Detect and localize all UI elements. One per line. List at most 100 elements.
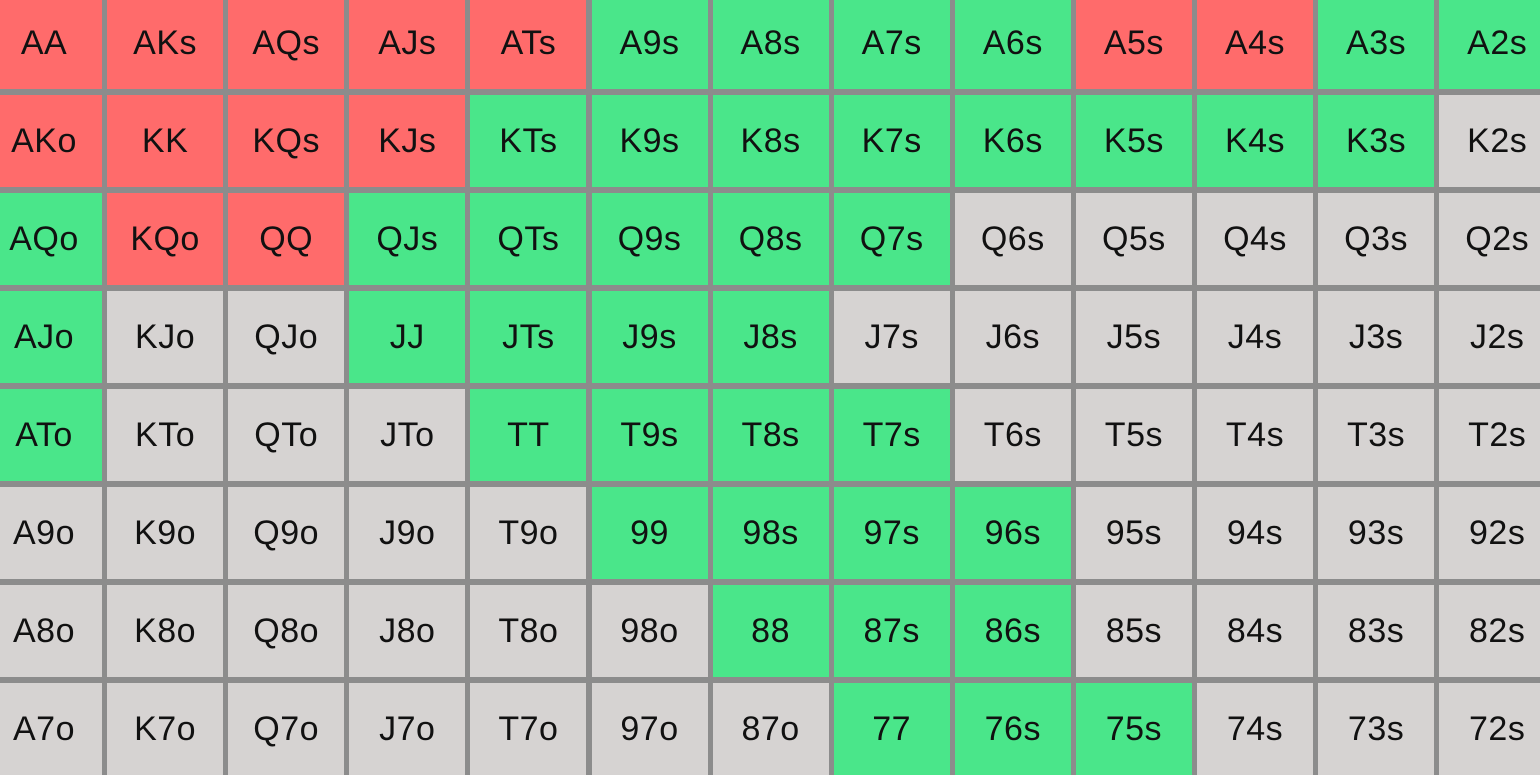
- hand-cell[interactable]: T6s: [954, 389, 1071, 481]
- hand-cell[interactable]: A9o: [0, 487, 102, 579]
- hand-cell[interactable]: AKo: [0, 95, 102, 187]
- hand-cell[interactable]: AQs: [228, 0, 345, 89]
- hand-cell[interactable]: K7o: [107, 683, 224, 775]
- hand-cell[interactable]: K4s: [1197, 95, 1313, 187]
- hand-cell[interactable]: QTo: [228, 389, 345, 481]
- hand-cell[interactable]: ATs: [470, 0, 587, 89]
- hand-cell[interactable]: 83s: [1318, 585, 1435, 677]
- hand-cell[interactable]: T8o: [470, 585, 587, 677]
- hand-cell[interactable]: K6s: [954, 95, 1071, 187]
- hand-cell[interactable]: 87s: [833, 585, 950, 677]
- hand-cell[interactable]: 99: [591, 487, 708, 579]
- hand-cell[interactable]: 92s: [1439, 487, 1540, 579]
- hand-cell[interactable]: 98o: [591, 585, 708, 677]
- hand-cell[interactable]: J9o: [349, 487, 466, 579]
- hand-cell[interactable]: ATo: [0, 389, 102, 481]
- hand-cell[interactable]: KQo: [107, 193, 224, 285]
- hand-cell[interactable]: J5s: [1075, 291, 1192, 383]
- hand-cell[interactable]: K5s: [1075, 95, 1192, 187]
- hand-cell[interactable]: KK: [107, 95, 224, 187]
- hand-cell[interactable]: A7s: [833, 0, 950, 89]
- hand-cell[interactable]: Q9o: [228, 487, 345, 579]
- hand-cell[interactable]: K9s: [591, 95, 708, 187]
- hand-cell[interactable]: Q6s: [954, 193, 1071, 285]
- hand-cell[interactable]: 97s: [833, 487, 950, 579]
- hand-cell[interactable]: QTs: [470, 193, 587, 285]
- hand-cell[interactable]: Q5s: [1075, 193, 1192, 285]
- hand-cell[interactable]: T9s: [591, 389, 708, 481]
- hand-cell[interactable]: 77: [833, 683, 950, 775]
- hand-cell[interactable]: Q7o: [228, 683, 345, 775]
- hand-cell[interactable]: 76s: [954, 683, 1071, 775]
- hand-cell[interactable]: 74s: [1197, 683, 1313, 775]
- hand-cell[interactable]: AJs: [349, 0, 466, 89]
- hand-cell[interactable]: 95s: [1075, 487, 1192, 579]
- hand-cell[interactable]: K9o: [107, 487, 224, 579]
- hand-cell[interactable]: J8o: [349, 585, 466, 677]
- hand-cell[interactable]: A8s: [712, 0, 829, 89]
- hand-cell[interactable]: A8o: [0, 585, 102, 677]
- hand-cell[interactable]: T9o: [470, 487, 587, 579]
- hand-cell[interactable]: K8o: [107, 585, 224, 677]
- hand-cell[interactable]: J9s: [591, 291, 708, 383]
- hand-cell[interactable]: AQo: [0, 193, 102, 285]
- hand-cell[interactable]: T3s: [1318, 389, 1435, 481]
- hand-cell[interactable]: KQs: [228, 95, 345, 187]
- hand-cell[interactable]: 85s: [1075, 585, 1192, 677]
- hand-cell[interactable]: T7s: [833, 389, 950, 481]
- hand-cell[interactable]: 96s: [954, 487, 1071, 579]
- hand-cell[interactable]: 94s: [1197, 487, 1313, 579]
- hand-cell[interactable]: 75s: [1075, 683, 1192, 775]
- hand-cell[interactable]: A6s: [954, 0, 1071, 89]
- hand-cell[interactable]: A3s: [1318, 0, 1435, 89]
- hand-cell[interactable]: T5s: [1075, 389, 1192, 481]
- hand-cell[interactable]: A9s: [591, 0, 708, 89]
- hand-cell[interactable]: K2s: [1439, 95, 1540, 187]
- hand-cell[interactable]: Q3s: [1318, 193, 1435, 285]
- hand-cell[interactable]: TT: [470, 389, 587, 481]
- hand-cell[interactable]: AJo: [0, 291, 102, 383]
- hand-cell[interactable]: A5s: [1075, 0, 1192, 89]
- hand-cell[interactable]: Q8s: [712, 193, 829, 285]
- hand-cell[interactable]: 88: [712, 585, 829, 677]
- hand-cell[interactable]: KJo: [107, 291, 224, 383]
- hand-cell[interactable]: 86s: [954, 585, 1071, 677]
- hand-cell[interactable]: KTo: [107, 389, 224, 481]
- hand-cell[interactable]: 98s: [712, 487, 829, 579]
- hand-cell[interactable]: Q2s: [1439, 193, 1540, 285]
- hand-cell[interactable]: QJo: [228, 291, 345, 383]
- hand-cell[interactable]: J7o: [349, 683, 466, 775]
- hand-cell[interactable]: 82s: [1439, 585, 1540, 677]
- hand-cell[interactable]: 72s: [1439, 683, 1540, 775]
- hand-cell[interactable]: K3s: [1318, 95, 1435, 187]
- hand-cell[interactable]: JJ: [349, 291, 466, 383]
- hand-cell[interactable]: 84s: [1197, 585, 1313, 677]
- hand-cell[interactable]: KJs: [349, 95, 466, 187]
- hand-cell[interactable]: J6s: [954, 291, 1071, 383]
- hand-cell[interactable]: JTo: [349, 389, 466, 481]
- hand-cell[interactable]: J3s: [1318, 291, 1435, 383]
- hand-cell[interactable]: T4s: [1197, 389, 1313, 481]
- hand-cell[interactable]: T8s: [712, 389, 829, 481]
- hand-cell[interactable]: J8s: [712, 291, 829, 383]
- hand-cell[interactable]: A7o: [0, 683, 102, 775]
- hand-cell[interactable]: K7s: [833, 95, 950, 187]
- hand-cell[interactable]: T2s: [1439, 389, 1540, 481]
- hand-cell[interactable]: A4s: [1197, 0, 1313, 89]
- hand-cell[interactable]: QQ: [228, 193, 345, 285]
- hand-cell[interactable]: QJs: [349, 193, 466, 285]
- hand-cell[interactable]: Q4s: [1197, 193, 1313, 285]
- hand-cell[interactable]: A2s: [1439, 0, 1540, 89]
- hand-cell[interactable]: J7s: [833, 291, 950, 383]
- hand-cell[interactable]: 73s: [1318, 683, 1435, 775]
- hand-cell[interactable]: 93s: [1318, 487, 1435, 579]
- hand-cell[interactable]: AKs: [107, 0, 224, 89]
- hand-cell[interactable]: Q8o: [228, 585, 345, 677]
- hand-cell[interactable]: J4s: [1197, 291, 1313, 383]
- hand-cell[interactable]: 97o: [591, 683, 708, 775]
- hand-cell[interactable]: Q7s: [833, 193, 950, 285]
- hand-cell[interactable]: KTs: [470, 95, 587, 187]
- hand-cell[interactable]: J2s: [1439, 291, 1540, 383]
- hand-cell[interactable]: Q9s: [591, 193, 708, 285]
- hand-cell[interactable]: AA: [0, 0, 102, 89]
